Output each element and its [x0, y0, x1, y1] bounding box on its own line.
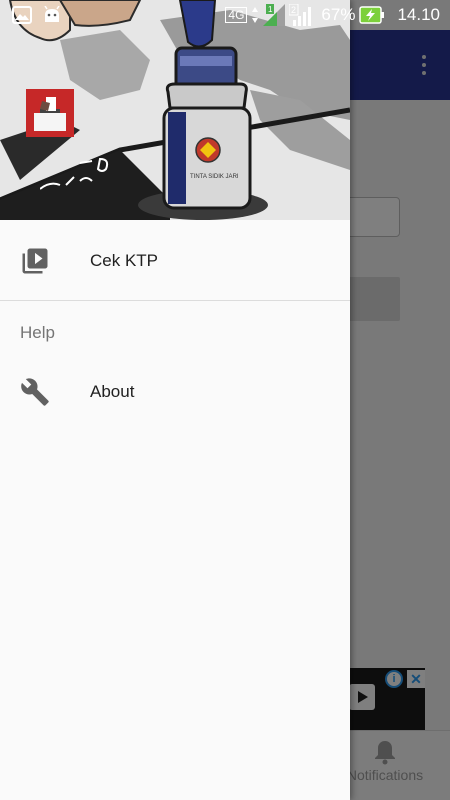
- drawer-item-label: About: [90, 382, 135, 401]
- status-system-icons: 4G 1 2 67% 14.10: [225, 3, 440, 27]
- drawer-divider: [0, 300, 350, 301]
- drawer-item-about[interactable]: About: [0, 360, 350, 424]
- signal-sim2-icon: 2: [289, 4, 312, 26]
- image-notification-icon: [12, 6, 32, 24]
- video-library-icon: [22, 248, 48, 274]
- android-notification-icon: [44, 6, 60, 22]
- signal-sim1-icon: 1: [263, 4, 286, 26]
- svg-text:1: 1: [268, 5, 273, 14]
- section-header-help: Help: [20, 323, 55, 342]
- network-type: 4G: [225, 7, 248, 23]
- svg-text:TINTA SIDIK JARI: TINTA SIDIK JARI: [190, 174, 239, 180]
- drawer-header: TINTA SIDIK JARI: [0, 0, 350, 220]
- clock: 14.10: [397, 5, 440, 24]
- status-notifications: [12, 6, 62, 24]
- header-title-watermark: [40, 157, 109, 190]
- navigation-drawer: TINTA SIDIK JARI Cek KTP Help About: [0, 0, 350, 800]
- drawer-item-cek-ktp[interactable]: Cek KTP: [0, 229, 350, 293]
- app-logo: [26, 89, 74, 137]
- drawer-item-label: Cek KTP: [90, 251, 159, 270]
- wrench-icon: [21, 378, 49, 406]
- battery-percent: 67%: [321, 5, 356, 24]
- battery-charging-icon: [359, 6, 385, 24]
- status-bar: 4G 1 2 67% 14.10: [0, 0, 450, 30]
- data-arrows-icon: [252, 7, 259, 23]
- sim-slot-label: 2: [291, 5, 296, 15]
